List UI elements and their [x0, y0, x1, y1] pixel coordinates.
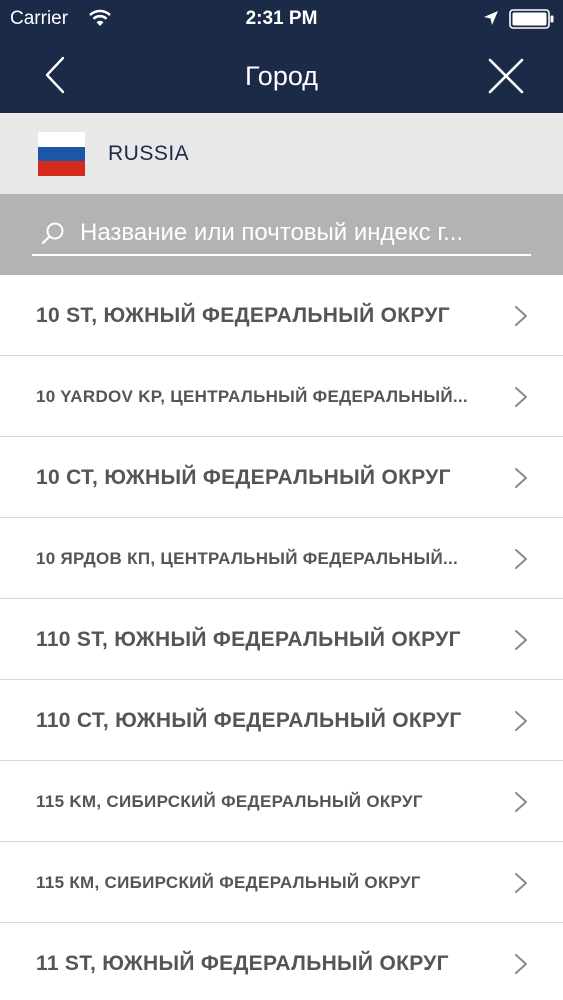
city-name: 110 СТ, ЮЖНЫЙ ФЕДЕРАЛЬНЫЙ ОКРУГ — [36, 709, 462, 732]
status-bar: Carrier 2:31 PM — [0, 0, 563, 38]
list-item[interactable]: 10 YARDOV KP, ЦЕНТРАЛЬНЫЙ ФЕДЕРАЛЬНЫЙ... — [0, 356, 563, 437]
country-name: RUSSIA — [108, 142, 190, 165]
chevron-right-icon — [515, 792, 527, 812]
nav-bar: Город — [0, 38, 563, 113]
city-name: 115 КМ, СИБИРСКИЙ ФЕДЕРАЛЬНЫЙ ОКРУГ — [36, 873, 421, 892]
chevron-right-icon — [515, 873, 527, 893]
chevron-right-icon — [515, 468, 527, 488]
city-picker-screen: Carrier 2:31 PM Город RUSSIA Название ил… — [0, 0, 563, 1000]
city-name: 10 СТ, ЮЖНЫЙ ФЕДЕРАЛЬНЫЙ ОКРУГ — [36, 466, 451, 489]
close-icon[interactable] — [482, 52, 530, 100]
chevron-right-icon — [515, 711, 527, 731]
back-chevron-icon[interactable] — [30, 50, 80, 100]
list-item[interactable]: 110 ST, ЮЖНЫЙ ФЕДЕРАЛЬНЫЙ ОКРУГ — [0, 599, 563, 680]
page-title: Город — [244, 61, 319, 91]
city-name: 10 YARDOV KP, ЦЕНТРАЛЬНЫЙ ФЕДЕРАЛЬНЫЙ... — [36, 387, 468, 406]
chevron-right-icon — [515, 387, 527, 407]
search-input[interactable] — [80, 216, 525, 250]
search-field[interactable] — [32, 212, 531, 256]
search-bar — [0, 194, 563, 275]
city-name: 115 KM, СИБИРСКИЙ ФЕДЕРАЛЬНЫЙ ОКРУГ — [36, 792, 423, 811]
chevron-right-icon — [515, 630, 527, 650]
chevron-right-icon — [515, 306, 527, 326]
city-list: 10 ST, ЮЖНЫЙ ФЕДЕРАЛЬНЫЙ ОКРУГ 10 YARDOV … — [0, 275, 563, 1000]
city-name: 11 ST, ЮЖНЫЙ ФЕДЕРАЛЬНЫЙ ОКРУГ — [36, 952, 449, 975]
list-item[interactable]: 115 КМ, СИБИРСКИЙ ФЕДЕРАЛЬНЫЙ ОКРУГ — [0, 842, 563, 923]
list-item[interactable]: 10 СТ, ЮЖНЫЙ ФЕДЕРАЛЬНЫЙ ОКРУГ — [0, 437, 563, 518]
russia-flag-icon — [38, 132, 85, 176]
country-selector[interactable]: RUSSIA — [0, 113, 563, 194]
location-icon — [484, 11, 498, 25]
list-item[interactable]: 11 ST, ЮЖНЫЙ ФЕДЕРАЛЬНЫЙ ОКРУГ — [0, 923, 563, 1000]
city-name: 10 ST, ЮЖНЫЙ ФЕДЕРАЛЬНЫЙ ОКРУГ — [36, 304, 450, 327]
city-name: 10 ЯРДОВ КП, ЦЕНТРАЛЬНЫЙ ФЕДЕРАЛЬНЫЙ... — [36, 549, 459, 568]
search-icon — [41, 222, 64, 245]
header: Carrier 2:31 PM Город — [0, 0, 563, 113]
list-item[interactable]: 10 ЯРДОВ КП, ЦЕНТРАЛЬНЫЙ ФЕДЕРАЛЬНЫЙ... — [0, 518, 563, 599]
list-item[interactable]: 115 KM, СИБИРСКИЙ ФЕДЕРАЛЬНЫЙ ОКРУГ — [0, 761, 563, 842]
list-item[interactable]: 10 ST, ЮЖНЫЙ ФЕДЕРАЛЬНЫЙ ОКРУГ — [0, 275, 563, 356]
list-item[interactable]: 110 СТ, ЮЖНЫЙ ФЕДЕРАЛЬНЫЙ ОКРУГ — [0, 680, 563, 761]
chevron-right-icon — [515, 954, 527, 974]
chevron-right-icon — [515, 549, 527, 569]
city-name: 110 ST, ЮЖНЫЙ ФЕДЕРАЛЬНЫЙ ОКРУГ — [36, 628, 461, 651]
battery-icon — [509, 9, 554, 29]
status-time: 2:31 PM — [245, 8, 318, 29]
